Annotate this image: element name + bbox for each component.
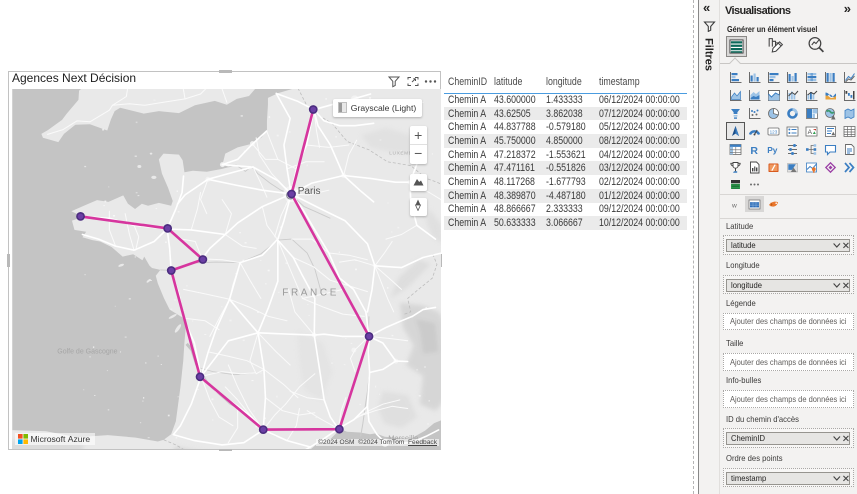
svg-text:R: R [750, 144, 758, 155]
svg-text:123: 123 [769, 129, 777, 134]
svg-text:w: w [731, 202, 737, 209]
svg-text:Paris: Paris [297, 185, 320, 196]
svg-text:A: A [807, 129, 812, 136]
svg-text:Golfe de Gascogne: Golfe de Gascogne [57, 348, 117, 355]
svg-text:Py: Py [767, 145, 778, 155]
svg-text:FRANCE: FRANCE [282, 287, 339, 298]
